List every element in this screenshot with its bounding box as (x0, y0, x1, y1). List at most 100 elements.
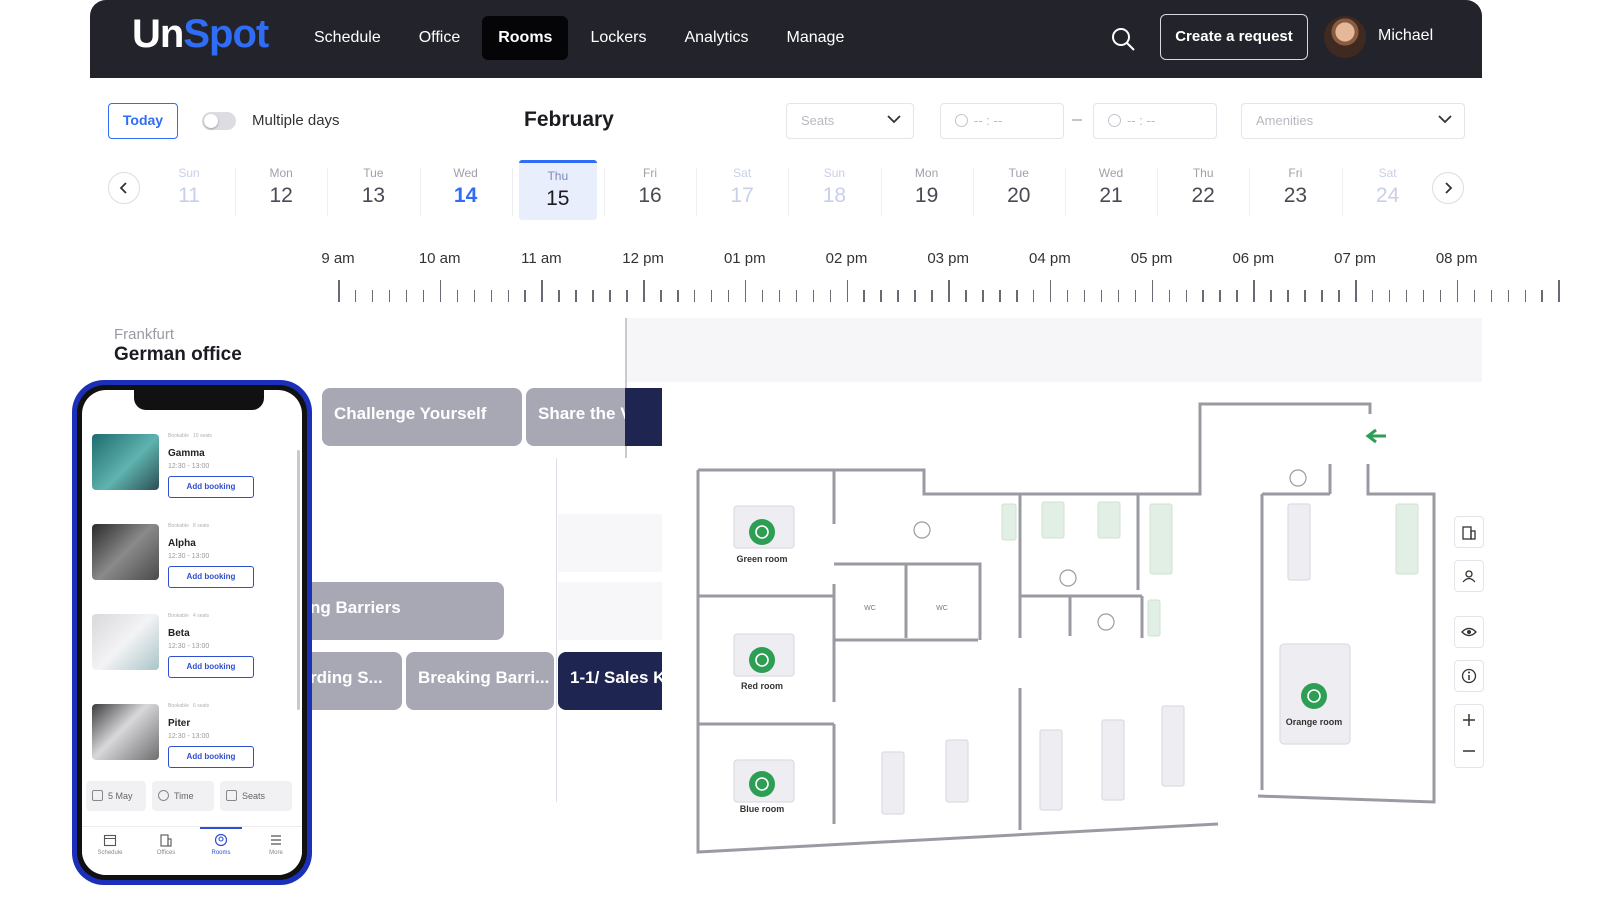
unspot-logo[interactable]: UnSpot (132, 12, 269, 57)
user-avatar[interactable] (1324, 16, 1366, 58)
phone-scrollbar[interactable] (297, 450, 300, 710)
booking-block[interactable]: 1-1/ Sales Ki (558, 652, 678, 710)
time-filter-chip[interactable]: Time (152, 781, 214, 811)
day-name: Fri (643, 166, 657, 180)
tick-minor (1287, 290, 1289, 302)
phone-mockup: Bookable 10 seats Gamma 12:30 - 13:00 Add b… (72, 380, 312, 885)
day-separator (1157, 168, 1159, 216)
clock-icon (955, 114, 968, 127)
room-name: Gamma (168, 448, 205, 459)
phone-tab-rooms[interactable]: Rooms (199, 831, 243, 856)
day-mon-12[interactable]: Mon 12 (242, 160, 320, 220)
info-button[interactable] (1454, 660, 1484, 692)
clock-icon (1108, 114, 1121, 127)
seats-select[interactable]: Seats (786, 103, 914, 139)
day-separator (604, 168, 605, 216)
day-mon-19[interactable]: Mon 19 (888, 160, 966, 220)
day-fri-23[interactable]: Fri 23 (1256, 160, 1334, 220)
day-name: Wed (453, 166, 478, 180)
tick-minor (1016, 290, 1018, 302)
nav-analytics[interactable]: Analytics (668, 16, 764, 60)
seats-filter-chip[interactable]: Seats (220, 781, 292, 811)
prev-dates-button[interactable] (108, 172, 140, 204)
day-sat-24[interactable]: Sat 24 (1349, 160, 1427, 220)
eye-icon (1461, 627, 1477, 637)
booking-block[interactable]: Breaking Barri... (406, 652, 554, 710)
add-booking-button[interactable]: Add booking (168, 566, 254, 588)
create-request-button[interactable]: Create a request (1160, 14, 1308, 60)
building-icon (160, 834, 172, 847)
seats-layer-button[interactable] (1454, 560, 1484, 592)
building-button[interactable] (1454, 516, 1484, 548)
day-separator (1249, 168, 1251, 216)
tick-minor (778, 290, 781, 302)
phone-tab-more[interactable]: More (254, 831, 298, 856)
day-separator (880, 168, 882, 216)
user-name[interactable]: Michael (1378, 27, 1433, 45)
day-sun-11[interactable]: Sun 11 (150, 160, 228, 220)
day-wed-21[interactable]: Wed 21 (1072, 160, 1150, 220)
nav-schedule[interactable]: Schedule (298, 16, 397, 60)
room-card[interactable]: Bookable 6 seats Piter 12:30 - 13:00 Add bo… (92, 700, 292, 782)
room-card[interactable]: Bookable 4 seats Beta 12:30 - 13:00 Add boo… (92, 610, 292, 692)
time-to-input[interactable]: -- : -- (1093, 103, 1217, 139)
day-wed-14[interactable]: Wed 14 (427, 160, 505, 220)
room-card[interactable]: Bookable 10 seats Gamma 12:30 - 13:00 Add b… (92, 430, 292, 512)
day-fri-16[interactable]: Fri 16 (611, 160, 689, 220)
add-booking-button[interactable]: Add booking (168, 656, 254, 678)
tick-minor (592, 290, 594, 302)
nav-lockers[interactable]: Lockers (574, 16, 662, 60)
nav-office[interactable]: Office (403, 16, 477, 60)
nav-manage[interactable]: Manage (771, 16, 861, 60)
day-separator (972, 168, 974, 216)
room-name: Alpha (168, 538, 196, 549)
tick-minor (931, 290, 933, 302)
phone-tab-schedule[interactable]: Schedule (88, 831, 132, 856)
nav-rooms[interactable]: Rooms (482, 16, 569, 60)
timeline-hour-label: 03 pm (927, 250, 970, 267)
day-tue-13[interactable]: Tue 13 (334, 160, 412, 220)
schedule-row-shade (558, 582, 668, 640)
phone-notch (134, 390, 264, 410)
room-time: 12:30 - 13:00 (168, 553, 210, 560)
today-button[interactable]: Today (108, 103, 178, 139)
visibility-button[interactable] (1454, 616, 1484, 648)
tick-major (1253, 280, 1255, 302)
month-title: February (524, 108, 614, 131)
phone-tab-offices[interactable]: Offices (144, 831, 188, 856)
amenities-placeholder: Amenities (1256, 113, 1314, 128)
day-sun-18[interactable]: Sun 18 (795, 160, 873, 220)
tick-minor (609, 290, 611, 302)
room-meta: Bookable 6 seats (168, 703, 210, 709)
amenities-select[interactable]: Amenities (1241, 103, 1465, 139)
day-number: 11 (178, 184, 200, 207)
day-tue-20[interactable]: Tue 20 (980, 160, 1058, 220)
timeline-hour-label: 01 pm (723, 250, 766, 267)
timeline-hour-label: 08 pm (1435, 250, 1478, 267)
multiple-days-toggle[interactable] (202, 112, 236, 130)
booking-block[interactable]: rding S... (298, 652, 402, 710)
booking-block[interactable]: Challenge Yourself (322, 388, 522, 446)
day-thu-22[interactable]: Thu 22 (1164, 160, 1242, 220)
people-icon (226, 790, 237, 801)
add-booking-button[interactable]: Add booking (168, 476, 254, 498)
day-sat-17[interactable]: Sat 17 (703, 160, 781, 220)
phone-tab-label: Offices (156, 850, 176, 856)
time-from-input[interactable]: -- : -- (940, 103, 1064, 139)
zoom-out-icon[interactable] (1461, 743, 1477, 759)
tick-minor (812, 290, 815, 302)
day-separator (1341, 168, 1343, 216)
room-card[interactable]: Bookable 8 seats Alpha 12:30 - 13:00 Add bo… (92, 520, 292, 602)
next-dates-button[interactable] (1432, 172, 1464, 204)
day-thu-15[interactable]: Thu 15 (518, 160, 597, 220)
search-icon[interactable] (1110, 26, 1136, 52)
chevron-down-icon (1438, 115, 1452, 124)
wc-label: WC (936, 605, 948, 612)
zoom-in-icon[interactable] (1461, 712, 1477, 728)
timeline-hour-label: 02 pm (825, 250, 868, 267)
date-filter-chip[interactable]: 5 May (86, 781, 146, 811)
booking-block[interactable]: ng Barriers (298, 582, 504, 640)
day-separator (1065, 168, 1066, 216)
floor-plan-map[interactable]: Green room Red room Blue room Orange roo… (662, 384, 1512, 900)
add-booking-button[interactable]: Add booking (168, 746, 254, 768)
